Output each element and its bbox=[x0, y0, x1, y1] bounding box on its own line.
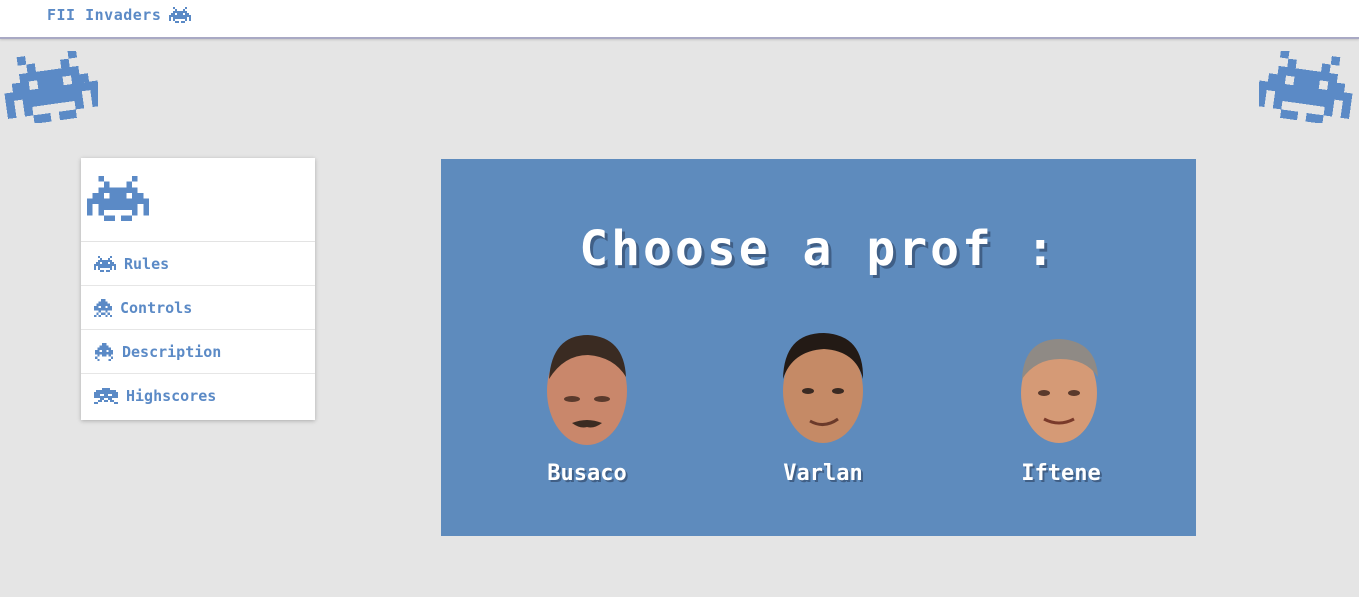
prof-name: Varlan bbox=[783, 461, 863, 486]
sidebar-item-highscores[interactable]: Highscores bbox=[81, 374, 315, 418]
squid-invader-icon bbox=[94, 298, 112, 317]
brand-link[interactable]: FII Invaders bbox=[47, 6, 192, 24]
squid-invader-icon bbox=[95, 342, 113, 361]
sidebar-item-label: Highscores bbox=[126, 387, 217, 405]
page-title: Choose a prof : bbox=[579, 221, 1058, 277]
prof-option-varlan[interactable]: Varlan bbox=[743, 329, 903, 486]
sidebar-item-label: Controls bbox=[120, 298, 193, 317]
top-navbar: FII Invaders bbox=[0, 0, 1359, 39]
space-invader-icon bbox=[1259, 51, 1353, 123]
sidebar-menu: Rules Controls Description Highscores bbox=[81, 158, 315, 420]
prof-name: Busaco bbox=[547, 461, 627, 486]
sidebar-item-label: Rules bbox=[124, 254, 170, 273]
brand-label: FII Invaders bbox=[47, 6, 162, 24]
prof-option-iftene[interactable]: Iftene bbox=[981, 329, 1141, 486]
sidebar-item-label: Description bbox=[122, 342, 222, 361]
space-invader-icon bbox=[4, 51, 98, 123]
prof-option-busaco[interactable]: Busaco bbox=[507, 329, 667, 486]
choose-prof-panel: Choose a prof : Busaco Varlan Iftene bbox=[441, 159, 1196, 536]
sidebar-item-description[interactable]: Description bbox=[81, 330, 315, 374]
sidebar-item-rules[interactable]: Rules bbox=[81, 242, 315, 286]
space-invader-icon bbox=[169, 7, 192, 23]
sidebar-item-controls[interactable]: Controls bbox=[81, 286, 315, 330]
prof-avatar bbox=[547, 335, 627, 445]
prof-avatar bbox=[783, 333, 864, 443]
octopus-invader-icon bbox=[94, 388, 118, 404]
space-invader-icon bbox=[87, 176, 149, 221]
prof-avatar bbox=[1021, 339, 1098, 443]
sidebar-logo bbox=[81, 158, 315, 242]
prof-name: Iftene bbox=[1021, 461, 1101, 486]
crab-invader-icon bbox=[94, 255, 116, 272]
